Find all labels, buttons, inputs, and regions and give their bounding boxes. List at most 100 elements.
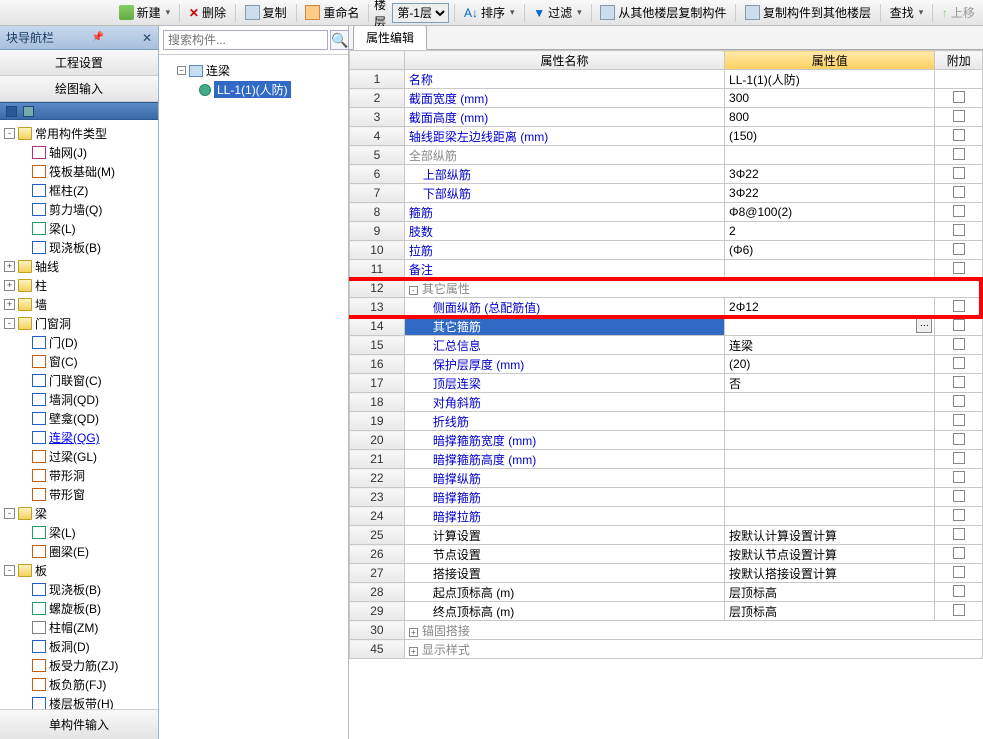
property-row[interactable]: 17顶层连梁否 xyxy=(350,374,983,393)
property-row[interactable]: 13侧面纵筋 (总配筋值)2Φ12 xyxy=(350,298,983,317)
expand-icon[interactable]: + xyxy=(4,261,15,272)
property-value[interactable] xyxy=(725,507,935,526)
property-value[interactable]: (20) xyxy=(725,355,935,374)
checkbox[interactable] xyxy=(953,452,965,464)
sort-button[interactable]: A↓排序▾ xyxy=(460,2,519,23)
property-row[interactable]: 27搭接设置按默认搭接设置计算 xyxy=(350,564,983,583)
tree-node[interactable]: +壁龛(QD) xyxy=(2,409,156,428)
tree-node[interactable]: +梁(L) xyxy=(2,219,156,238)
property-row[interactable]: 6上部纵筋3Φ22 xyxy=(350,165,983,184)
property-value[interactable]: 按默认节点设置计算 xyxy=(725,545,935,564)
property-row[interactable]: 25计算设置按默认计算设置计算 xyxy=(350,526,983,545)
property-value[interactable]: Φ8@100(2) xyxy=(725,203,935,222)
copy-to-floor-button[interactable]: 复制构件到其他楼层 xyxy=(741,2,875,23)
expand-icon[interactable]: - xyxy=(4,318,15,329)
tree-node[interactable]: +板洞(D) xyxy=(2,637,156,656)
property-value[interactable]: 2 xyxy=(725,222,935,241)
checkbox[interactable] xyxy=(953,395,965,407)
property-row[interactable]: 29终点顶标高 (m)层顶标高 xyxy=(350,602,983,621)
checkbox[interactable] xyxy=(953,604,965,616)
expand-icon[interactable]: - xyxy=(4,128,15,139)
moveup-button[interactable]: ↑上移 xyxy=(938,2,979,23)
checkbox[interactable] xyxy=(953,338,965,350)
group-toggle-icon[interactable]: - xyxy=(409,286,418,295)
tab-property-edit[interactable]: 属性编辑 xyxy=(353,26,427,50)
expand-icon[interactable]: - xyxy=(4,565,15,576)
property-row[interactable]: 20暗撑箍筋宽度 (mm) xyxy=(350,431,983,450)
property-value[interactable] xyxy=(725,488,935,507)
property-value[interactable]: 3Φ22 xyxy=(725,184,935,203)
tree-node[interactable]: +门联窗(C) xyxy=(2,371,156,390)
checkbox[interactable] xyxy=(953,91,965,103)
property-row[interactable]: 30+锚固搭接 xyxy=(350,621,983,640)
project-settings-button[interactable]: 工程设置 xyxy=(0,50,158,76)
tree-node[interactable]: +墙洞(QD) xyxy=(2,390,156,409)
rename-button[interactable]: 重命名 xyxy=(301,2,363,23)
checkbox[interactable] xyxy=(953,262,965,274)
tree-node[interactable]: +轴线 xyxy=(2,257,156,276)
property-row[interactable]: 5全部纵筋 xyxy=(350,146,983,165)
view-mode-1[interactable] xyxy=(6,106,17,117)
checkbox[interactable] xyxy=(953,167,965,179)
checkbox[interactable] xyxy=(953,414,965,426)
tree-node[interactable]: +现浇板(B) xyxy=(2,238,156,257)
expand-icon[interactable]: + xyxy=(4,280,15,291)
property-value[interactable]: 层顶标高 xyxy=(725,602,935,621)
tree-node[interactable]: +剪力墙(Q) xyxy=(2,200,156,219)
single-component-input-button[interactable]: 单构件输入 xyxy=(0,709,158,739)
property-row[interactable]: 19折线筋 xyxy=(350,412,983,431)
property-row[interactable]: 24暗撑拉筋 xyxy=(350,507,983,526)
tree-node[interactable]: +柱帽(ZM) xyxy=(2,618,156,637)
property-value[interactable]: 连梁 xyxy=(725,336,935,355)
checkbox[interactable] xyxy=(953,186,965,198)
property-value[interactable] xyxy=(725,469,935,488)
property-value[interactable]: (150) xyxy=(725,127,935,146)
checkbox[interactable] xyxy=(953,205,965,217)
tree-node[interactable]: +过梁(GL) xyxy=(2,447,156,466)
find-button[interactable]: 查找▾ xyxy=(886,2,928,23)
checkbox[interactable] xyxy=(953,471,965,483)
checkbox[interactable] xyxy=(953,585,965,597)
property-row[interactable]: 3截面高度 (mm)800 xyxy=(350,108,983,127)
tree-node[interactable]: +螺旋板(B) xyxy=(2,599,156,618)
checkbox[interactable] xyxy=(953,110,965,122)
checkbox[interactable] xyxy=(953,357,965,369)
checkbox[interactable] xyxy=(953,490,965,502)
property-row[interactable]: 18对角斜筋 xyxy=(350,393,983,412)
property-value[interactable] xyxy=(725,450,935,469)
property-row[interactable]: 1名称LL-1(1)(人防) xyxy=(350,70,983,89)
tree-node[interactable]: -板 xyxy=(2,561,156,580)
group-header[interactable]: +显示样式 xyxy=(404,640,982,659)
tree-node[interactable]: +门(D) xyxy=(2,333,156,352)
checkbox[interactable] xyxy=(953,433,965,445)
filter-button[interactable]: ▼过滤▾ xyxy=(529,2,585,23)
property-row[interactable]: 4轴线距梁左边线距离 (mm)(150) xyxy=(350,127,983,146)
property-value[interactable]: 否 xyxy=(725,374,935,393)
property-value[interactable]: 300 xyxy=(725,89,935,108)
checkbox[interactable] xyxy=(953,566,965,578)
property-row[interactable]: 26节点设置按默认节点设置计算 xyxy=(350,545,983,564)
checkbox[interactable] xyxy=(953,547,965,559)
tree-node[interactable]: +梁(L) xyxy=(2,523,156,542)
property-value[interactable]: ⋯ xyxy=(725,317,935,336)
expand-icon[interactable]: - xyxy=(4,508,15,519)
property-value[interactable] xyxy=(725,431,935,450)
property-value[interactable]: 按默认搭接设置计算 xyxy=(725,564,935,583)
checkbox[interactable] xyxy=(953,300,965,312)
property-row[interactable]: 21暗撑箍筋高度 (mm) xyxy=(350,450,983,469)
tree-node[interactable]: +板受力筋(ZJ) xyxy=(2,656,156,675)
checkbox[interactable] xyxy=(953,528,965,540)
property-value[interactable] xyxy=(725,260,935,279)
tree-node[interactable]: +带形窗 xyxy=(2,485,156,504)
property-row[interactable]: 8箍筋Φ8@100(2) xyxy=(350,203,983,222)
close-icon[interactable]: ✕ xyxy=(142,31,152,45)
property-value[interactable] xyxy=(725,146,935,165)
group-header[interactable]: +锚固搭接 xyxy=(404,621,982,640)
expand-icon[interactable]: + xyxy=(4,299,15,310)
property-row[interactable]: 9肢数2 xyxy=(350,222,983,241)
property-value[interactable]: 2Φ12 xyxy=(725,298,935,317)
checkbox[interactable] xyxy=(953,319,965,331)
tree-node[interactable]: +圈梁(E) xyxy=(2,542,156,561)
group-toggle-icon[interactable]: + xyxy=(409,628,418,637)
copy-button[interactable]: 复制 xyxy=(241,2,291,23)
